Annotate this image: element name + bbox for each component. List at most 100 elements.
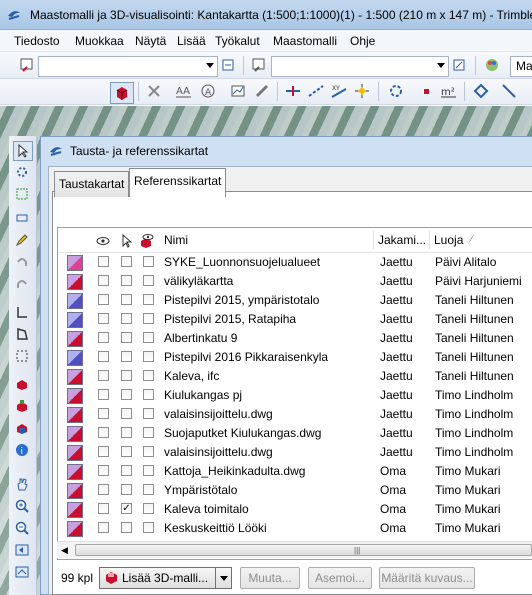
visibility-eye-icon[interactable] <box>96 228 110 252</box>
table-row[interactable]: Pistepilvi 2015, ympäristotalo Jaettu Tane… <box>58 291 532 310</box>
selectable-checkbox[interactable] <box>121 294 132 305</box>
visible-checkbox[interactable] <box>98 427 109 438</box>
rectangle-select-icon[interactable] <box>13 185 31 203</box>
3d-visible-checkbox[interactable] <box>143 522 154 533</box>
3d-green-model-icon[interactable] <box>13 397 31 415</box>
polygon-icon[interactable] <box>472 82 490 100</box>
visible-checkbox[interactable] <box>98 408 109 419</box>
text-rotate-icon[interactable]: A <box>199 82 217 100</box>
delete-icon[interactable] <box>145 82 163 100</box>
3d-cube-icon[interactable] <box>110 82 134 104</box>
xy-coordinate-icon[interactable]: XY <box>330 82 348 100</box>
feature-pick-icon[interactable] <box>250 56 268 74</box>
area-icon[interactable]: m² <box>440 82 458 100</box>
table-row[interactable]: valaisinsijoittelu.dwg Jaettu Timo Lindhol… <box>58 443 532 462</box>
measure-icon[interactable] <box>253 82 271 100</box>
tools-icon[interactable] <box>387 82 405 100</box>
table-row[interactable]: Kaleva, ifc Jaettu Taneli Hiltunen <box>58 367 532 386</box>
menu-ohje[interactable]: Ohje <box>350 34 375 48</box>
3d-visible-checkbox[interactable] <box>143 294 154 305</box>
visible-checkbox[interactable] <box>98 389 109 400</box>
selectable-checkbox[interactable] <box>121 370 132 381</box>
visible-checkbox[interactable] <box>98 332 109 343</box>
polyline-icon[interactable] <box>13 303 31 321</box>
snap-icon[interactable] <box>353 82 371 100</box>
visible-checkbox[interactable] <box>98 465 109 476</box>
menu-lisaa[interactable]: Lisää <box>177 34 206 48</box>
visible-checkbox[interactable] <box>98 503 109 514</box>
add-3d-model-button[interactable]: Lisää 3D-malli... <box>99 567 232 589</box>
define-description-button[interactable]: Määritä kuvaus... <box>379 567 475 589</box>
redo-icon[interactable] <box>13 275 31 293</box>
menu-maastomalli[interactable]: Maastomalli <box>273 34 337 48</box>
line-tool-icon[interactable] <box>284 82 302 100</box>
table-row[interactable]: Keskuskeittiö Lööki Oma Timo Mukari <box>58 519 532 538</box>
3d-visible-checkbox[interactable] <box>143 446 154 457</box>
visible-checkbox[interactable] <box>98 275 109 286</box>
table-row[interactable]: SYKE_Luonnonsuojelualueet Jaettu Päivi Ali… <box>58 253 532 272</box>
previous-view-icon[interactable] <box>13 541 31 559</box>
zoom-in-icon[interactable] <box>13 497 31 515</box>
visible-checkbox[interactable] <box>98 522 109 533</box>
selectable-checkbox[interactable] <box>121 275 132 286</box>
selectable-checkbox[interactable] <box>121 408 132 419</box>
3d-visible-checkbox[interactable] <box>143 389 154 400</box>
select-arrow-icon[interactable] <box>13 141 33 161</box>
table-row[interactable]: Pistepilvi 2016 Pikkaraisenkyla Jaettu Tan… <box>58 348 532 367</box>
home-view-icon[interactable] <box>13 563 31 581</box>
menu-tiedosto[interactable]: Tiedosto <box>14 34 60 48</box>
visible-checkbox[interactable] <box>98 446 109 457</box>
point-icon[interactable] <box>417 82 435 100</box>
3d-visible-checkbox[interactable] <box>143 370 154 381</box>
selectable-checkbox[interactable]: ✓ <box>121 503 132 514</box>
selectable-checkbox[interactable] <box>121 351 132 362</box>
selectable-checkbox[interactable] <box>121 465 132 476</box>
visible-checkbox[interactable] <box>98 370 109 381</box>
table-row[interactable]: välikyläkartta Jaettu Päivi Harjuniemi <box>58 272 532 291</box>
feature-code-combo[interactable] <box>271 56 449 77</box>
column-header-name[interactable]: Nimi <box>164 228 188 252</box>
selectable-checkbox[interactable] <box>121 446 132 457</box>
color-palette-icon[interactable] <box>483 56 501 74</box>
dropdown-arrow-icon[interactable] <box>220 576 228 581</box>
zoom-out-icon[interactable] <box>13 519 31 537</box>
3d-visible-checkbox[interactable] <box>143 275 154 286</box>
menu-muokkaa[interactable]: Muokkaa <box>75 34 124 48</box>
pan-hand-icon[interactable] <box>13 475 31 493</box>
3d-visible-checkbox[interactable] <box>143 408 154 419</box>
3d-visible-checkbox[interactable] <box>143 465 154 476</box>
selectable-checkbox[interactable] <box>121 332 132 343</box>
table-row[interactable]: Suojaputket Kiulukangas.dwg Jaettu Timo Li… <box>58 424 532 443</box>
visible-checkbox[interactable] <box>98 313 109 324</box>
3d-visible-icon[interactable] <box>139 228 155 252</box>
selectable-checkbox[interactable] <box>121 256 132 267</box>
table-row[interactable]: valaisinsijoittelu.dwg Jaettu Timo Lindhol… <box>58 405 532 424</box>
edit-button[interactable]: Muuta... <box>240 567 300 589</box>
chart-icon[interactable] <box>229 82 247 100</box>
3d-visible-checkbox[interactable] <box>143 313 154 324</box>
3d-blue-model-icon[interactable] <box>13 419 31 437</box>
frame-select-icon[interactable] <box>13 207 31 225</box>
table-row[interactable]: Albertinkatu 9 Jaettu Taneli Hiltunen <box>58 329 532 348</box>
3d-visible-checkbox[interactable] <box>143 351 154 362</box>
table-row[interactable]: Kiulukangas pj Jaettu Timo Lindholm <box>58 386 532 405</box>
menu-tyokalut[interactable]: Työkalut <box>215 34 260 48</box>
visible-checkbox[interactable] <box>98 351 109 362</box>
horizontal-scrollbar[interactable]: ◀ ||| <box>57 541 532 558</box>
column-header-creator[interactable]: Luoja <box>434 228 463 252</box>
info-icon[interactable]: i <box>13 441 31 459</box>
layer-pick-icon[interactable] <box>18 56 36 74</box>
selectable-checkbox[interactable] <box>121 484 132 495</box>
dashed-line-icon[interactable] <box>307 82 325 100</box>
3d-visible-checkbox[interactable] <box>143 256 154 267</box>
3d-visible-checkbox[interactable] <box>143 427 154 438</box>
3d-visible-checkbox[interactable] <box>143 503 154 514</box>
selectable-checkbox[interactable] <box>121 427 132 438</box>
selectable-cursor-icon[interactable] <box>119 228 133 252</box>
visible-checkbox[interactable] <box>98 484 109 495</box>
table-row[interactable]: ✓ Kaleva toimitalo Oma Timo Mukari <box>58 500 532 519</box>
3d-visible-checkbox[interactable] <box>143 332 154 343</box>
edit-pencil-icon[interactable] <box>13 231 31 249</box>
scroll-left-arrow-icon[interactable]: ◀ <box>61 545 68 556</box>
text-style-icon[interactable]: AA <box>175 82 193 100</box>
